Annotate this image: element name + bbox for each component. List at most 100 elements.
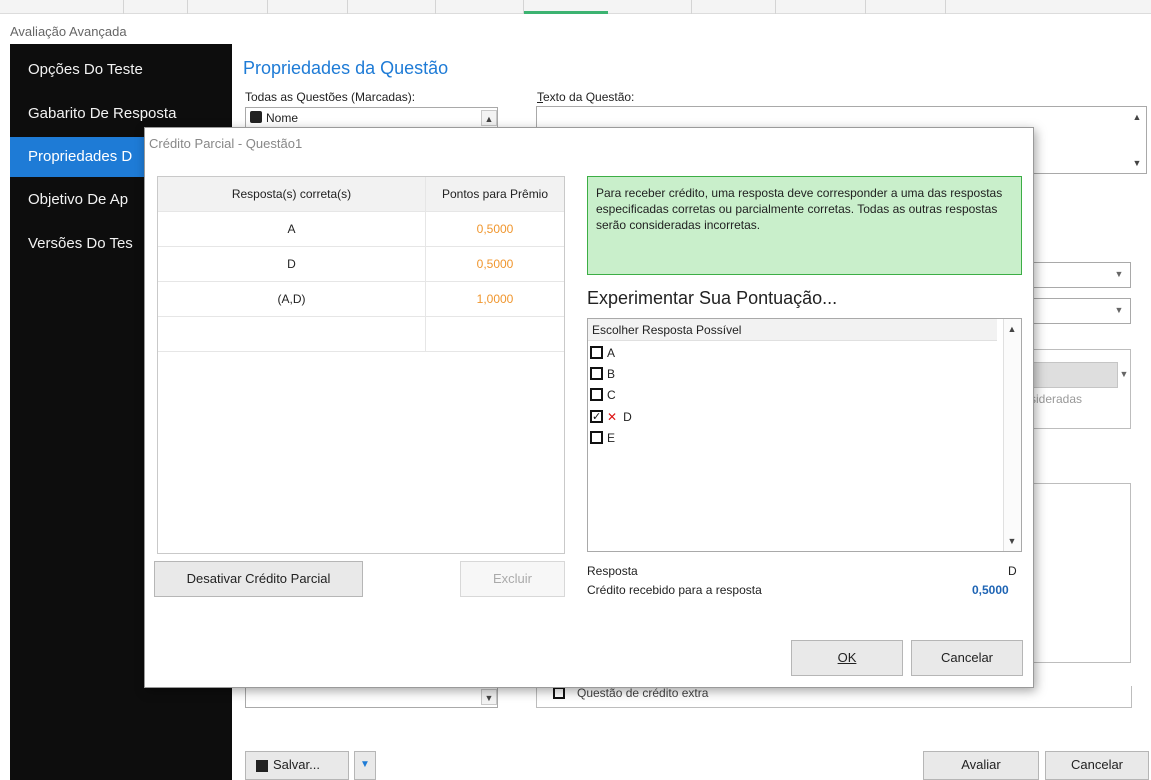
list-item[interactable]: B — [590, 364, 615, 384]
table-row[interactable]: A 0,5000 — [158, 212, 564, 247]
window-title: Avaliação Avançada — [10, 24, 127, 39]
save-dropdown-button[interactable]: ▼ — [354, 751, 376, 780]
option-label: D — [623, 410, 632, 424]
list-header: Escolher Resposta Possível — [588, 319, 997, 341]
strip-segment — [608, 0, 692, 14]
chevron-down-icon: ▼ — [1114, 269, 1124, 279]
option-label: B — [607, 367, 616, 381]
extra-credit-group: Questão de crédito extra — [536, 686, 1132, 708]
button-label: Cancelar — [940, 650, 994, 665]
column-header-answers[interactable]: Resposta(s) correta(s) — [158, 177, 426, 212]
strip-segment — [188, 0, 268, 14]
background-window-strip — [0, 0, 1151, 14]
chevron-down-icon: ▼ — [360, 759, 370, 770]
sidebar-item-label: Versões Do Tes — [28, 235, 133, 252]
extra-credit-label: Questão de crédito extra — [577, 686, 709, 700]
option-label: A — [607, 346, 616, 360]
points-cell[interactable]: 0,5000 — [426, 247, 564, 282]
label-rest: exto da Questão: — [543, 90, 635, 104]
dialog-cancel-button[interactable]: Cancelar — [911, 640, 1023, 676]
checkbox[interactable] — [590, 367, 603, 381]
sidebar-item-label: Objetivo De Ap — [28, 191, 129, 208]
scroll-down-icon[interactable]: ▼ — [1004, 533, 1020, 549]
list-item[interactable]: C — [590, 385, 616, 405]
list-item[interactable]: E — [590, 428, 615, 448]
credit-value: 0,5000 — [972, 583, 1009, 597]
button-label: OK — [837, 650, 857, 665]
scroll-down-icon[interactable]: ▼ — [1129, 155, 1145, 171]
answer-value: D — [1008, 564, 1017, 578]
table-row[interactable]: D 0,5000 — [158, 247, 564, 282]
scroll-up-icon[interactable]: ▲ — [1129, 109, 1145, 125]
strip-segment — [866, 0, 946, 14]
dropdown-1[interactable]: ▼ — [1030, 262, 1131, 288]
strip-segment — [692, 0, 776, 14]
incorrect-mark-icon: ✕ — [607, 410, 618, 424]
answer-cell[interactable]: A — [158, 212, 426, 247]
table-row-new[interactable] — [158, 317, 564, 352]
strip-segment — [436, 0, 524, 14]
question-list-bottom[interactable]: ▼ — [245, 686, 498, 708]
option-label: C — [607, 388, 616, 402]
hidden-text: sideradas — [1030, 392, 1083, 406]
save-button-label: Salvar... — [273, 757, 320, 772]
points-cell[interactable]: 1,0000 — [426, 282, 564, 317]
button-label: Excluir — [492, 571, 532, 586]
option-label: E — [607, 431, 616, 445]
evaluate-button[interactable]: Avaliar — [923, 751, 1039, 780]
page-title: Propriedades da Questão — [243, 58, 449, 78]
answer-cell[interactable]: (A,D) — [158, 282, 426, 317]
floppy-disk-icon — [256, 759, 268, 772]
delete-button[interactable]: Excluir — [460, 561, 565, 597]
points-cell[interactable]: 0,5000 — [426, 212, 564, 247]
answers-grid[interactable]: Resposta(s) correta(s) Pontos para Prêmi… — [157, 176, 565, 554]
try-score-heading: Experimentar Sua Pontuação... — [587, 288, 838, 308]
table-row[interactable]: (A,D) 1,0000 — [158, 282, 564, 317]
scroll-up-icon[interactable]: ▲ — [1004, 321, 1020, 337]
sidebar-item-test-options[interactable]: Opções Do Teste — [10, 50, 232, 90]
answer-cell[interactable]: D — [158, 247, 426, 282]
strip-segment — [776, 0, 866, 14]
strip-active-indicator — [524, 11, 608, 14]
scoring-group: ▼ sideradas — [1030, 349, 1131, 429]
questions-list[interactable]: Nome ▲ — [245, 107, 498, 129]
answer-label: Resposta — [587, 564, 638, 578]
ok-button[interactable]: OK — [791, 640, 903, 676]
footer-cancel-button[interactable]: Cancelar — [1045, 751, 1149, 780]
column-header-points[interactable]: Pontos para Prêmio — [426, 177, 564, 212]
feedback-box — [1030, 483, 1131, 663]
dropdown-2[interactable]: ▼ — [1030, 298, 1131, 324]
possible-answers-list[interactable]: Escolher Resposta Possível ▲ ▼ A B C ✓ ✕ D… — [587, 318, 1022, 552]
partial-credit-dialog: Crédito Parcial - Questão1 Resposta(s) c… — [144, 127, 1034, 688]
strip-segment — [268, 0, 348, 14]
button-label: Desativar Crédito Parcial — [186, 571, 331, 586]
checkbox[interactable] — [590, 388, 603, 402]
dropdown-disabled: ▼ — [1030, 362, 1128, 388]
checkbox[interactable] — [590, 346, 603, 360]
answer-cell[interactable] — [158, 317, 426, 352]
chevron-down-icon: ▼ — [1119, 369, 1129, 379]
all-questions-label: Todas as Questões (Marcadas): — [245, 90, 416, 104]
list-scrollbar[interactable]: ▲ ▼ — [1003, 319, 1021, 551]
strip-segment — [0, 0, 124, 14]
info-message: Para receber crédito, uma resposta deve … — [587, 176, 1022, 275]
disable-partial-credit-button[interactable]: Desativar Crédito Parcial — [154, 561, 363, 597]
user-icon — [250, 111, 262, 123]
credit-label: Crédito recebido para a resposta — [587, 583, 762, 597]
sidebar-item-label: Propriedades D — [28, 148, 133, 165]
strip-segment — [348, 0, 436, 14]
points-cell[interactable] — [426, 317, 564, 352]
sidebar-item-label: Opções Do Teste — [28, 61, 143, 78]
list-item[interactable]: A — [590, 343, 615, 363]
chevron-down-icon: ▼ — [1114, 305, 1124, 315]
list-item[interactable]: ✓ ✕ D — [590, 407, 632, 427]
list-item[interactable]: Nome — [266, 111, 298, 125]
checkbox[interactable] — [553, 687, 565, 699]
scroll-up-icon[interactable]: ▲ — [481, 110, 497, 126]
cancel-button-label: Cancelar — [1070, 757, 1124, 772]
save-button[interactable]: Salvar... — [245, 751, 349, 780]
question-text-label: Texto da Questão: — [537, 90, 634, 104]
checkbox-checked[interactable]: ✓ — [590, 410, 603, 424]
scroll-down-icon[interactable]: ▼ — [481, 689, 497, 705]
checkbox[interactable] — [590, 431, 603, 445]
